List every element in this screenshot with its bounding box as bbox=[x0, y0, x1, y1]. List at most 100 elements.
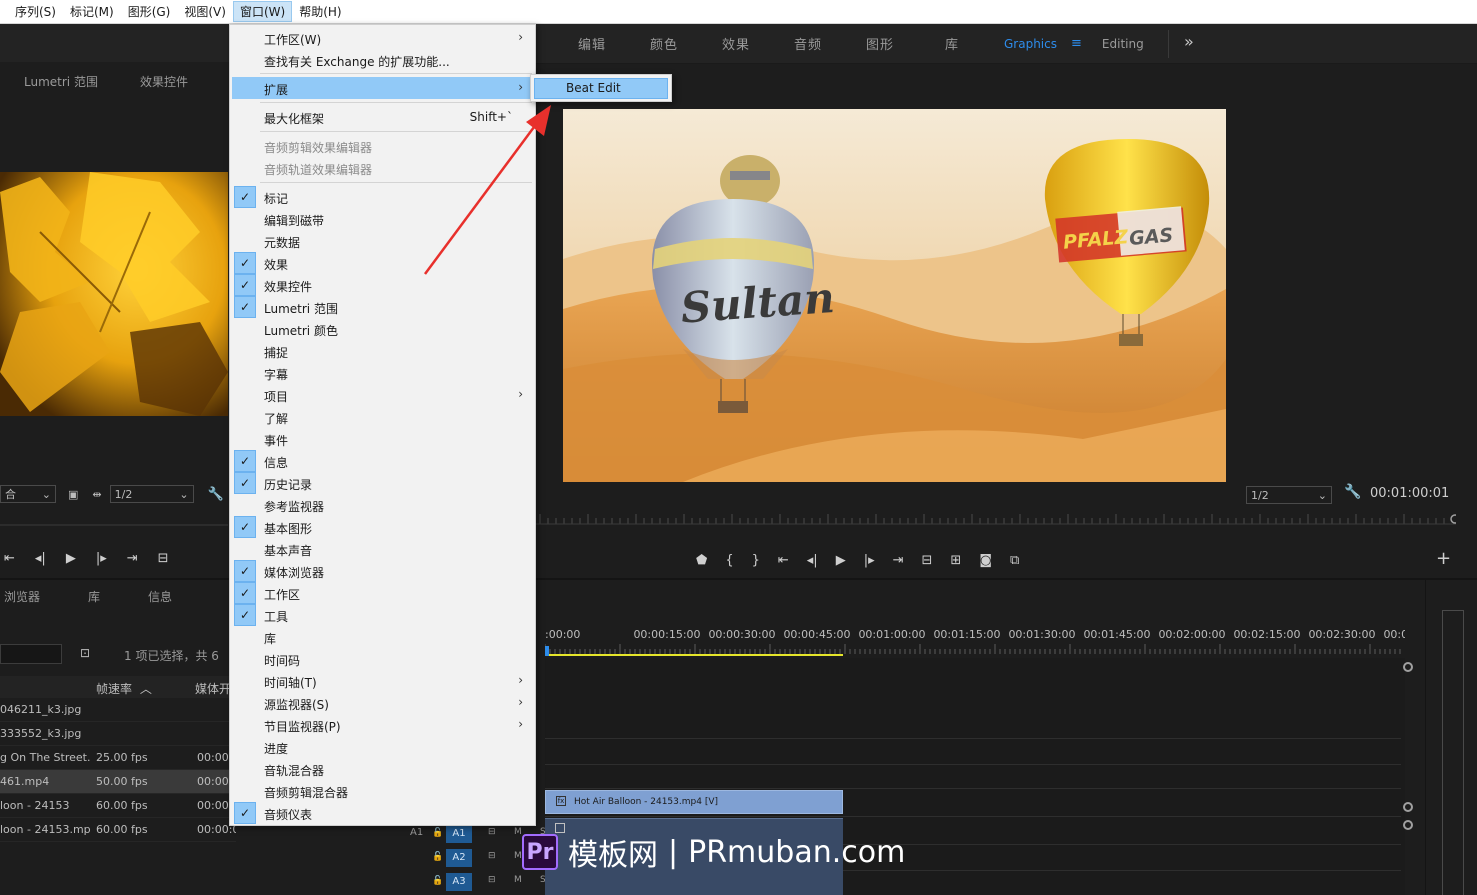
menu-item-panel[interactable]: 音轨混合器 bbox=[232, 758, 533, 780]
menu-item-panel[interactable]: 事件 bbox=[232, 428, 533, 450]
insert-overwrite-icon[interactable]: ⇹ bbox=[92, 488, 101, 501]
project-search-input[interactable] bbox=[0, 644, 62, 664]
sync-lock-icon[interactable]: ⊟ bbox=[488, 851, 496, 861]
sync-lock-icon[interactable]: ⊟ bbox=[488, 875, 496, 885]
menu-item-beat-edit[interactable]: Beat Edit bbox=[534, 78, 668, 99]
menu-help[interactable]: 帮助(H) bbox=[292, 1, 348, 22]
zoom-handle-mid[interactable] bbox=[1403, 802, 1413, 812]
menu-item-panel[interactable]: 源监视器(S) › bbox=[232, 692, 533, 714]
wrench-icon[interactable]: 🔧 bbox=[1344, 484, 1361, 500]
step-back-icon[interactable]: ◂| bbox=[35, 551, 46, 566]
menu-item-panel[interactable]: ✓ 效果 bbox=[232, 252, 533, 274]
tab-media-browser[interactable]: 浏览器 bbox=[4, 588, 40, 605]
go-to-out-icon[interactable]: ⇥ bbox=[893, 553, 904, 568]
workspace-tab-edit[interactable]: 编辑 bbox=[556, 34, 628, 53]
workspace-tab-graphics[interactable]: Graphics bbox=[1004, 37, 1057, 51]
menu-item-panel[interactable]: 音频剪辑混合器 bbox=[232, 780, 533, 802]
project-row[interactable]: 333552_k3.jpg bbox=[0, 722, 236, 746]
mark-out-icon[interactable]: } bbox=[752, 553, 760, 568]
menu-item-panel[interactable]: 节目监视器(P) › bbox=[232, 714, 533, 736]
lock-icon[interactable]: 🔓 bbox=[432, 828, 443, 838]
source-zoom-dropdown[interactable]: 1/2 ⌄ bbox=[109, 485, 194, 503]
menu-item-panel[interactable]: Lumetri 颜色 bbox=[232, 318, 533, 340]
column-frame-rate[interactable]: 帧速率 ︿ bbox=[96, 680, 152, 697]
menu-marker[interactable]: 标记(M) bbox=[63, 1, 121, 22]
play-icon[interactable]: ▶ bbox=[836, 553, 846, 568]
extract-icon[interactable]: ⊞ bbox=[950, 553, 961, 568]
marker-icon[interactable]: ⬟ bbox=[696, 553, 707, 568]
menu-item-workspace[interactable]: 工作区(W) › bbox=[232, 27, 533, 49]
add-button-icon[interactable]: + bbox=[1436, 548, 1451, 569]
source-patch[interactable]: A2 bbox=[446, 849, 472, 867]
menu-item-panel[interactable]: 时间码 bbox=[232, 648, 533, 670]
workspace-tab-library[interactable]: 库 bbox=[916, 34, 988, 53]
menu-item-panel[interactable]: 字幕 bbox=[232, 362, 533, 384]
source-fit-dropdown[interactable]: 合 ⌄ bbox=[0, 485, 56, 503]
workspace-tab-graphics-cn[interactable]: 图形 bbox=[844, 34, 916, 53]
hamburger-menu-icon[interactable]: ≡ bbox=[1071, 36, 1082, 51]
go-to-out-icon[interactable]: ⇥ bbox=[127, 551, 138, 566]
mute-button[interactable]: M bbox=[514, 875, 522, 885]
lift-icon[interactable]: ⊟ bbox=[922, 553, 933, 568]
menu-item-extensions[interactable]: 扩展 › bbox=[232, 77, 533, 99]
tab-effect-controls[interactable]: 效果控件 bbox=[140, 73, 188, 90]
program-zoom-dropdown[interactable]: 1/2 ⌄ bbox=[1246, 486, 1332, 504]
workspace-tab-color[interactable]: 颜色 bbox=[628, 34, 700, 53]
go-to-in-icon[interactable]: ⇤ bbox=[4, 551, 15, 566]
lock-icon[interactable]: 🔓 bbox=[432, 876, 443, 886]
project-row[interactable]: 461.mp4 50.00 fps 00:00: bbox=[0, 770, 236, 794]
menu-item-panel[interactable]: ✓ 媒体浏览器 bbox=[232, 560, 533, 582]
wrench-icon[interactable]: 🔧 bbox=[208, 487, 224, 502]
menu-item-panel[interactable]: 捕捉 bbox=[232, 340, 533, 362]
program-ruler[interactable] bbox=[536, 512, 1456, 526]
tab-library[interactable]: 库 bbox=[88, 588, 100, 605]
step-forward-icon[interactable]: |▸ bbox=[864, 553, 875, 568]
mark-in-icon[interactable]: { bbox=[725, 553, 733, 568]
video-clip[interactable]: fx Hot Air Balloon - 24153.mp4 [V] bbox=[545, 790, 843, 814]
tab-info[interactable]: 信息 bbox=[148, 588, 172, 605]
go-to-in-icon[interactable]: ⇤ bbox=[778, 553, 789, 568]
play-icon[interactable]: ▶ bbox=[66, 551, 76, 566]
menu-item-panel[interactable]: ✓ 工具 bbox=[232, 604, 533, 626]
workspace-tab-effects[interactable]: 效果 bbox=[700, 34, 772, 53]
menu-item-panel[interactable]: 编辑到磁带 bbox=[232, 208, 533, 230]
menu-item-exchange[interactable]: 查找有关 Exchange 的扩展功能... bbox=[232, 49, 533, 71]
workspace-tab-audio[interactable]: 音频 bbox=[772, 34, 844, 53]
new-bin-icon[interactable]: ⊡ bbox=[80, 646, 90, 660]
source-patch[interactable]: A3 bbox=[446, 873, 472, 891]
zoom-handle-top[interactable] bbox=[1403, 662, 1413, 672]
menu-sequence[interactable]: 序列(S) bbox=[8, 1, 63, 22]
menu-item-panel[interactable]: 了解 bbox=[232, 406, 533, 428]
zoom-handle-bottom[interactable] bbox=[1403, 820, 1413, 830]
menu-item-panel[interactable]: ✓ 工作区 bbox=[232, 582, 533, 604]
export-frame-icon[interactable]: ▣ bbox=[68, 488, 78, 501]
menu-item-panel[interactable]: ✓ 信息 bbox=[232, 450, 533, 472]
source-patch[interactable]: A1 bbox=[446, 825, 472, 843]
menu-graphics[interactable]: 图形(G) bbox=[121, 1, 178, 22]
menu-item-panel[interactable]: ✓ 效果控件 bbox=[232, 274, 533, 296]
menu-item-panel[interactable]: ✓ Lumetri 范围 bbox=[232, 296, 533, 318]
camera-icon[interactable]: ◙ bbox=[979, 553, 992, 568]
menu-item-maximize-frame[interactable]: 最大化框架 Shift+` bbox=[232, 106, 533, 128]
menu-item-panel[interactable]: ✓ 音频仪表 bbox=[232, 802, 533, 824]
menu-item-panel[interactable]: 元数据 bbox=[232, 230, 533, 252]
timeline-ruler[interactable]: :00:00 00:00:15:00 00:00:30:00 00:00:45:00 0… bbox=[545, 624, 1405, 658]
menu-item-panel[interactable]: ✓ 标记 bbox=[232, 186, 533, 208]
lock-icon[interactable]: 🔓 bbox=[432, 852, 443, 862]
step-back-icon[interactable]: ◂| bbox=[807, 553, 818, 568]
insert-icon[interactable]: ⊟ bbox=[158, 551, 169, 566]
menu-item-panel[interactable]: 基本声音 bbox=[232, 538, 533, 560]
project-row[interactable]: 046211_k3.jpg bbox=[0, 698, 236, 722]
compare-view-icon[interactable]: ⧉ bbox=[1010, 553, 1019, 568]
menu-item-panel[interactable]: ✓ 历史记录 bbox=[232, 472, 533, 494]
menu-view[interactable]: 视图(V) bbox=[177, 1, 233, 22]
menu-item-panel[interactable]: 库 bbox=[232, 626, 533, 648]
workspace-tab-editing[interactable]: Editing bbox=[1102, 37, 1144, 51]
project-row[interactable]: g On The Street. 25.00 fps 00:00: bbox=[0, 746, 236, 770]
menu-window[interactable]: 窗口(W) bbox=[232, 1, 293, 22]
step-forward-icon[interactable]: |▸ bbox=[96, 551, 107, 566]
menu-item-panel[interactable]: 时间轴(T) › bbox=[232, 670, 533, 692]
tab-lumetri-scopes[interactable]: Lumetri 范围 bbox=[24, 73, 98, 90]
menu-item-panel[interactable]: 项目 › bbox=[232, 384, 533, 406]
mute-button[interactable]: M bbox=[514, 851, 522, 861]
